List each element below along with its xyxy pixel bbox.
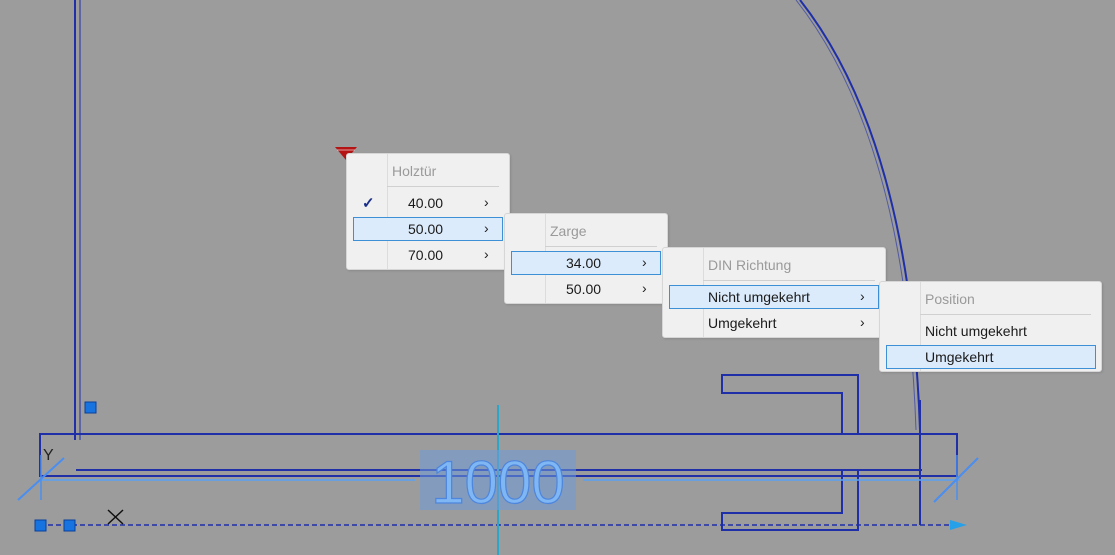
menu-item-40[interactable]: ✓ 40.00 › [353,191,503,215]
din-richtung-menu: DIN Richtung Nicht umgekehrt › Umgekehrt… [662,247,886,338]
menu-item-label: Umgekehrt [925,349,994,365]
position-menu: Position Nicht umgekehrt Umgekehrt [879,281,1102,372]
ucs-x-icon [107,509,124,525]
menu-item-70[interactable]: 70.00 › [353,243,503,267]
grip-handle[interactable] [63,519,76,532]
menu-item-label: Umgekehrt [708,315,777,331]
chevron-right-icon: › [484,246,489,262]
frame-profile [721,374,859,435]
menu-item-umgekehrt[interactable]: Umgekehrt › [669,311,879,335]
menu-header: DIN Richtung [708,257,792,273]
menu-item-label: 50.00 [566,281,602,297]
menu-separator [920,314,1091,315]
chevron-right-icon: › [642,280,647,296]
chevron-right-icon: › [642,254,647,270]
menu-item-umgekehrt[interactable]: Umgekehrt [886,345,1096,369]
menu-separator [703,280,875,281]
checkmark-icon: ✓ [362,195,375,212]
menu-item-label: 40.00 [408,195,444,211]
menu-separator [545,246,657,247]
dimension-text[interactable]: 1000 [431,448,566,516]
menu-item-50[interactable]: 50.00 › [511,277,661,301]
holztuer-menu: Holztür ✓ 40.00 › 50.00 › 70.00 › [346,153,510,270]
grip-handle[interactable] [84,401,97,414]
menu-header: Holztür [392,163,437,179]
menu-header: Zarge [550,223,587,239]
menu-item-label: Nicht umgekehrt [708,289,810,305]
zarge-menu: Zarge 34.00 › 50.00 › [504,213,668,304]
menu-item-label: 70.00 [408,247,444,263]
menu-item-nicht-umgekehrt[interactable]: Nicht umgekehrt › [669,285,879,309]
chevron-right-icon: › [484,194,489,210]
grip-handle[interactable] [34,519,47,532]
menu-item-nicht-umgekehrt[interactable]: Nicht umgekehrt [886,319,1096,343]
menu-item-label: 50.00 [408,221,444,237]
menu-item-label: 34.00 [566,255,602,271]
menu-header: Position [925,291,975,307]
menu-item-label: Nicht umgekehrt [925,323,1027,339]
menu-item-50[interactable]: 50.00 › [353,217,503,241]
chevron-right-icon: › [484,220,489,236]
chevron-right-icon: › [860,314,865,330]
dimension-arrow[interactable] [950,520,967,530]
menu-item-34[interactable]: 34.00 › [511,251,661,275]
chevron-right-icon: › [860,288,865,304]
menu-separator [387,186,499,187]
ucs-y-label: Y [43,447,54,464]
